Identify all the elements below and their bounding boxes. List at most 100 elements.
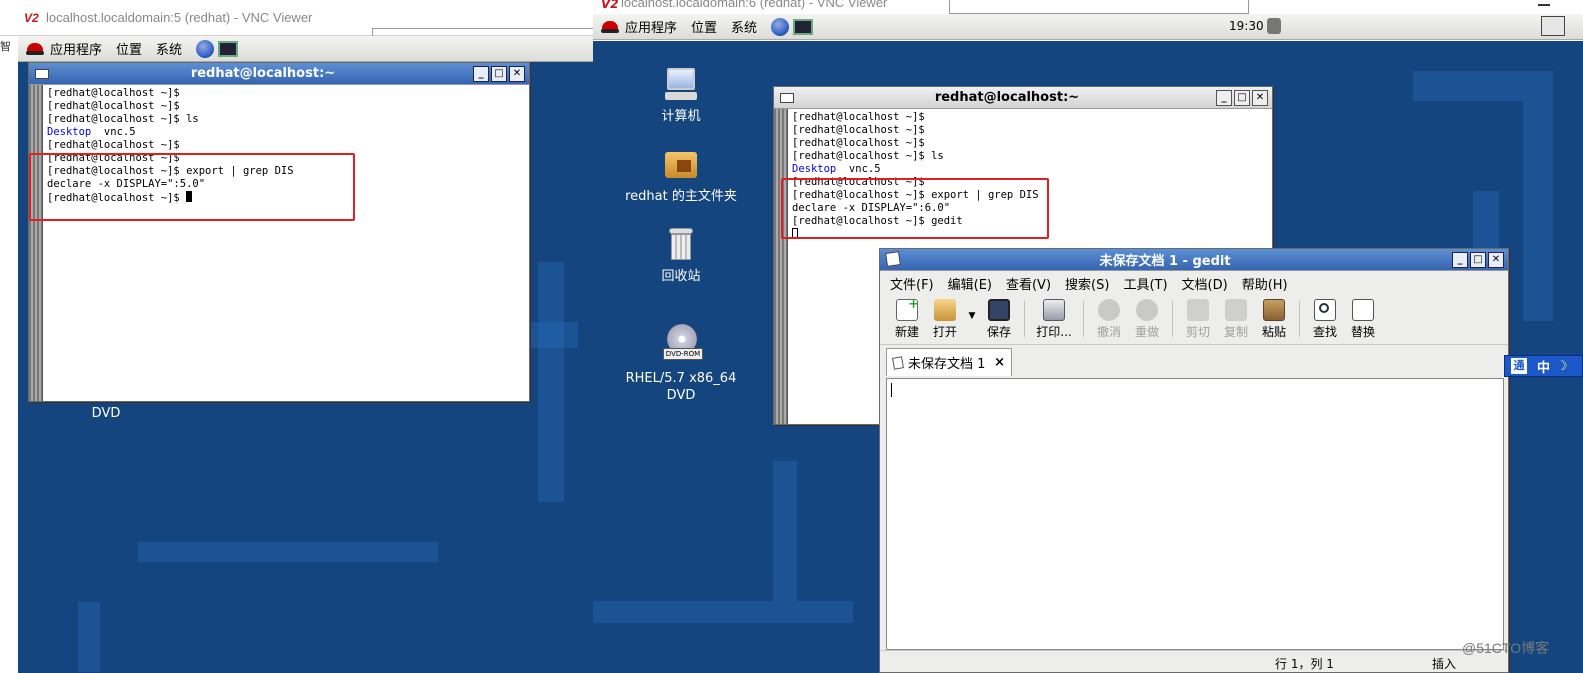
right-menu-applications[interactable]: 应用程序 [625, 17, 677, 36]
browser-launcher-icon[interactable] [771, 17, 790, 36]
left-vnc-title: localhost.localdomain:5 (redhat) - VNC V… [46, 10, 313, 25]
menu-view[interactable]: 查看(V) [1006, 274, 1051, 293]
toolbar-separator [1083, 301, 1084, 337]
menu-tools[interactable]: 工具(T) [1123, 274, 1167, 293]
left-menu-applications[interactable]: 应用程序 [50, 39, 102, 58]
right-gnome-panel: 应用程序 位置 系统 19:30 [593, 14, 1583, 40]
ime-moon-icon[interactable]: ☽ [1556, 359, 1568, 374]
terminal-line: [redhat@localhost ~]$ ls [792, 150, 944, 162]
close-icon[interactable]: ✕ [1252, 89, 1268, 106]
toolbar-separator [1172, 301, 1173, 337]
ls-file-entry: vnc.5 [103, 126, 136, 138]
terminal-line: [redhat@localhost ~]$ [792, 111, 925, 123]
menu-edit[interactable]: 编辑(E) [948, 274, 992, 293]
ime-mode-indicator[interactable]: 中 [1537, 357, 1550, 376]
vnc-logo-icon: V2 [24, 10, 39, 25]
copy-button[interactable]: 复制 [1217, 299, 1255, 340]
replace-icon [1352, 299, 1374, 321]
cut-label: 剪切 [1185, 325, 1210, 339]
open-recent-chevron-down-icon[interactable]: ▼ [964, 299, 980, 321]
toolbar-separator [1024, 301, 1025, 337]
left-terminal-titlebar[interactable]: redhat@localhost:~ _ □ ✕ [29, 63, 529, 85]
vnc-minimize-icon[interactable] [1538, 0, 1550, 6]
minimize-icon[interactable]: _ [1216, 89, 1232, 106]
terminal-line: [redhat@localhost ~]$ ls [47, 113, 199, 125]
terminal-launcher-icon[interactable] [793, 18, 814, 35]
browser-launcher-icon[interactable] [196, 39, 215, 58]
save-button[interactable]: 保存 [980, 299, 1018, 340]
gedit-toolbar: + 新建 打开 ▼ 保存 打印... 撤消 重做 剪切 复制 粘贴 查找 替换 [880, 295, 1508, 345]
right-menu-places[interactable]: 位置 [691, 17, 717, 36]
undo-button[interactable]: 撤消 [1090, 299, 1128, 340]
close-icon[interactable]: ✕ [509, 65, 525, 82]
new-document-icon: + [896, 297, 919, 321]
gedit-app-icon [885, 251, 901, 267]
terminal-line-ls-output: Desktop vnc.5 [792, 163, 1268, 176]
dvd-label-line1: RHEL/5.7 x86_64 [625, 371, 737, 386]
terminal-line-ls-output: Desktop vnc.5 [47, 126, 525, 139]
cut-button[interactable]: 剪切 [1179, 299, 1217, 340]
redhat-logo-icon[interactable] [601, 19, 619, 35]
tab-close-icon[interactable]: × [994, 355, 1005, 370]
copy-label: 复制 [1223, 325, 1248, 339]
right-frame-edge [949, 0, 1249, 14]
desktop-icon-trash[interactable]: 回收站 [621, 226, 741, 285]
left-terminal-scrollbar[interactable] [29, 85, 43, 401]
desktop-icon-computer[interactable]: 计算机 [621, 66, 741, 125]
redo-button[interactable]: 重做 [1128, 299, 1166, 340]
replace-button[interactable]: 替换 [1344, 299, 1382, 340]
copy-icon [1225, 299, 1247, 321]
panel-clock[interactable]: 19:30 [1229, 19, 1264, 33]
terminal-launcher-icon[interactable] [218, 40, 239, 57]
computer-label: 计算机 [661, 109, 701, 124]
right-menu-system[interactable]: 系统 [731, 17, 757, 36]
desktop-icon-dvd[interactable]: DVD-ROM RHEL/5.7 x86_64 DVD [621, 324, 741, 404]
open-button[interactable]: 打开 [926, 299, 964, 340]
ime-status-bar[interactable]: 通 中 ☽ [1504, 355, 1583, 377]
left-terminal-output[interactable]: [redhat@localhost ~]$ [redhat@localhost ~… [43, 85, 529, 401]
desktop-icon-home-folder[interactable]: redhat 的主文件夹 [621, 146, 741, 205]
dvd-label-line2: DVD [666, 388, 696, 403]
gedit-statusbar: 行 1，列 1 插入 [880, 650, 1508, 672]
left-terminal-window: redhat@localhost:~ _ □ ✕ [redhat@localho… [28, 62, 530, 402]
find-button[interactable]: 查找 [1306, 299, 1344, 340]
maximize-icon[interactable]: □ [1470, 251, 1486, 268]
gedit-window: 未保存文档 1 - gedit _ □ ✕ 文件(F) 编辑(E) 查看(V) … [879, 248, 1509, 673]
left-menu-system[interactable]: 系统 [156, 39, 182, 58]
terminal-line: [redhat@localhost ~]$ [47, 87, 180, 99]
document-tab-label: 未保存文档 1 [908, 357, 986, 372]
paste-button[interactable]: 粘贴 [1255, 299, 1293, 340]
left-menu-places[interactable]: 位置 [116, 39, 142, 58]
window-menu-icon[interactable] [35, 68, 49, 79]
minimize-icon[interactable]: _ [1452, 251, 1468, 268]
print-label: 打印... [1036, 325, 1072, 339]
home-folder-icon [663, 146, 699, 182]
left-desktop-dvd-label: DVD [91, 406, 121, 421]
close-icon[interactable]: ✕ [1488, 251, 1504, 268]
menu-documents[interactable]: 文档(D) [1182, 274, 1228, 293]
gedit-tab-bar: 未保存文档 1 × [880, 345, 1508, 376]
save-icon [988, 299, 1010, 321]
right-terminal-titlebar[interactable]: redhat@localhost:~ _ □ ✕ [774, 87, 1272, 109]
computer-icon [663, 66, 699, 102]
gedit-menubar: 文件(F) 编辑(E) 查看(V) 搜索(S) 工具(T) 文档(D) 帮助(H… [880, 271, 1508, 295]
ls-dir-entry: Desktop [47, 126, 92, 138]
gedit-text-area[interactable] [886, 378, 1504, 650]
menu-help[interactable]: 帮助(H) [1242, 274, 1288, 293]
right-terminal-scrollbar[interactable] [774, 109, 788, 424]
toolbar-separator [1299, 301, 1300, 337]
redhat-logo-icon[interactable] [26, 41, 44, 57]
menu-search[interactable]: 搜索(S) [1065, 274, 1109, 293]
maximize-icon[interactable]: □ [1234, 89, 1250, 106]
volume-icon[interactable] [1267, 18, 1281, 34]
window-menu-icon[interactable] [780, 92, 794, 103]
print-button[interactable]: 打印... [1031, 299, 1077, 340]
document-tab[interactable]: 未保存文档 1 × [886, 348, 1012, 376]
gedit-titlebar[interactable]: 未保存文档 1 - gedit _ □ ✕ [880, 249, 1508, 271]
menu-file[interactable]: 文件(F) [890, 274, 934, 293]
maximize-icon[interactable]: □ [491, 65, 507, 82]
show-desktop-icon[interactable] [1541, 16, 1565, 36]
ime-logo-icon: 通 [1511, 358, 1527, 374]
minimize-icon[interactable]: _ [473, 65, 489, 82]
new-button[interactable]: + 新建 [888, 297, 926, 340]
